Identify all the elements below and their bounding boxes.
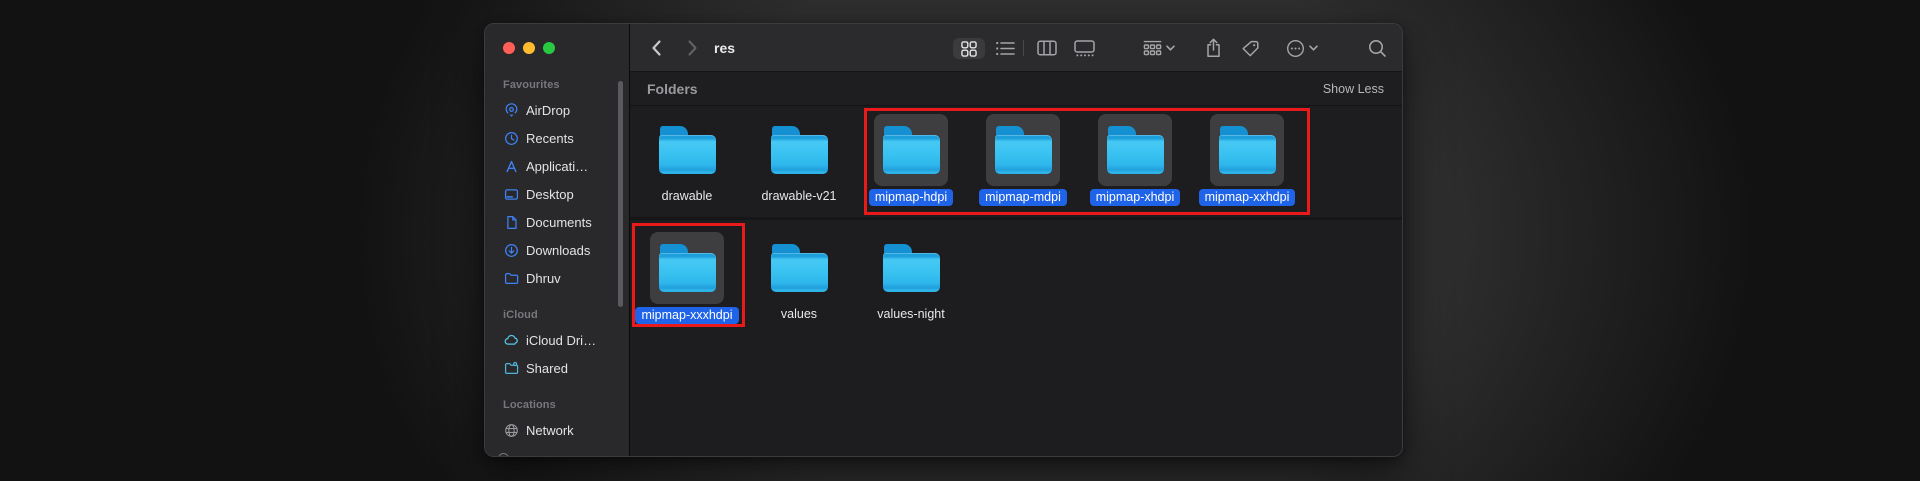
list-view-icon <box>995 41 1015 55</box>
sidebar-item-label: Recents <box>526 130 574 146</box>
gallery-view-button[interactable] <box>1071 24 1097 72</box>
folder-label: drawable-v21 <box>761 189 837 203</box>
sidebar-item-recents[interactable]: Recents <box>485 124 629 152</box>
sidebar-item-label: Desktop <box>526 186 574 202</box>
desktop-icon <box>504 188 519 200</box>
icon-view-button[interactable] <box>953 38 985 59</box>
sidebar-partial-tag-icon <box>498 453 509 456</box>
main-area: res Folders Show Less drawable drawable-… <box>630 24 1402 456</box>
gallery-view-icon <box>1073 39 1095 56</box>
annotation-box-mipmap-xxxhdpi <box>632 223 745 327</box>
chevron-down-icon <box>1166 45 1175 51</box>
sidebar-item-shared[interactable]: Shared <box>485 354 629 382</box>
sidebar-scrollbar[interactable] <box>618 81 623 307</box>
window-title: res <box>714 40 736 56</box>
airdrop-icon <box>505 102 518 117</box>
group-by-button[interactable] <box>1138 24 1180 72</box>
sidebar-item-desktop[interactable]: Desktop <box>485 180 629 208</box>
tag-icon <box>1241 40 1259 56</box>
folder-icon <box>504 272 519 284</box>
section-title: Folders <box>647 80 698 97</box>
close-button[interactable] <box>503 42 515 54</box>
sidebar-item-label: iCloud Dri… <box>526 332 597 348</box>
sidebar-item-label: Dhruv <box>526 270 561 286</box>
chevron-down-icon <box>1309 45 1318 51</box>
folder-label: values <box>780 307 818 321</box>
more-button[interactable] <box>1280 24 1324 72</box>
show-less-button[interactable]: Show Less <box>1323 82 1384 96</box>
sidebar-item-downloads[interactable]: Downloads <box>485 236 629 264</box>
sidebar-section-favourites: Favourites <box>503 79 560 91</box>
folder-item-drawable[interactable]: drawable <box>631 114 743 203</box>
search-button[interactable] <box>1365 24 1389 72</box>
share-icon <box>1206 38 1220 57</box>
document-icon <box>507 215 517 229</box>
share-button[interactable] <box>1202 24 1224 72</box>
folder-icon <box>770 126 828 174</box>
sidebar-item-label: Network <box>526 422 574 438</box>
applications-icon <box>506 160 517 172</box>
toolbar: res <box>630 24 1402 72</box>
sidebar-section-locations: Locations <box>503 399 556 411</box>
sidebar-item-network[interactable]: Network <box>485 416 629 444</box>
desktop-background: Favourites AirDrop Recents Applicati… De… <box>0 0 1920 481</box>
group-header-bar: Folders Show Less <box>630 72 1402 106</box>
sidebar: Favourites AirDrop Recents Applicati… De… <box>485 24 630 456</box>
sidebar-item-applications[interactable]: Applicati… <box>485 152 629 180</box>
sidebar-item-label: Documents <box>526 214 592 230</box>
folder-item-values-night[interactable]: values-night <box>855 232 967 321</box>
sidebar-item-label: AirDrop <box>526 102 571 118</box>
folder-item-drawable-v21[interactable]: drawable-v21 <box>743 114 855 203</box>
more-circle-icon <box>1286 39 1305 57</box>
list-view-button[interactable] <box>994 24 1016 72</box>
sidebar-item-label: Shared <box>526 360 568 376</box>
folder-item-values[interactable]: values <box>743 232 855 321</box>
sidebar-item-label: Applicati… <box>526 158 589 174</box>
sidebar-item-documents[interactable]: Documents <box>485 208 629 236</box>
traffic-lights <box>503 42 555 54</box>
group-by-icon <box>1143 40 1162 56</box>
shared-folder-icon <box>504 361 519 374</box>
folder-icon <box>658 126 716 174</box>
sidebar-item-icloud-drive[interactable]: iCloud Dri… <box>485 326 629 354</box>
sidebar-item-label: Downloads <box>526 242 591 258</box>
zoom-button[interactable] <box>543 42 555 54</box>
cloud-icon <box>504 334 518 345</box>
back-button[interactable] <box>646 24 666 72</box>
sidebar-item-airdrop[interactable]: AirDrop <box>485 96 629 124</box>
forward-button[interactable] <box>682 24 702 72</box>
annotation-box-mipmap-row <box>864 108 1310 215</box>
folder-label: values-night <box>877 307 945 321</box>
column-view-button[interactable] <box>1035 24 1059 72</box>
chevron-left-icon <box>651 40 661 56</box>
column-view-icon <box>1037 40 1057 56</box>
globe-icon <box>505 423 518 437</box>
sidebar-section-icloud: iCloud <box>503 309 538 321</box>
sidebar-item-dhruv[interactable]: Dhruv <box>485 264 629 292</box>
content-seam-line <box>630 217 1402 220</box>
grid-view-icon <box>961 40 977 57</box>
folder-icon <box>882 244 940 292</box>
minimize-button[interactable] <box>523 42 535 54</box>
tag-button[interactable] <box>1239 24 1261 72</box>
clock-icon <box>505 131 518 145</box>
folder-icon <box>770 244 828 292</box>
download-circle-icon <box>505 243 518 257</box>
folder-label: drawable <box>661 189 713 203</box>
chevron-right-icon <box>687 40 697 56</box>
sidebar-list: Favourites AirDrop Recents Applicati… De… <box>485 24 629 444</box>
search-icon <box>1368 39 1386 57</box>
finder-window: Favourites AirDrop Recents Applicati… De… <box>484 23 1403 457</box>
toolbar-divider <box>1023 40 1024 56</box>
